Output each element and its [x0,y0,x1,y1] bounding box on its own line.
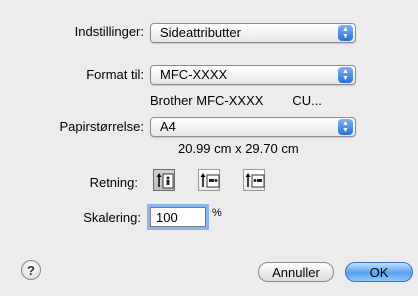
orientation-landscape-right-button[interactable] [243,169,265,191]
popup-arrows-icon: ▲ ▼ [338,25,353,41]
orientation-portrait-button[interactable] [153,169,175,191]
landscape-left-orientation-icon [200,173,220,188]
popup-arrows-icon: ▲ ▼ [338,119,353,135]
settings-popup[interactable]: Sideattributter ▲ ▼ [150,23,356,43]
scaling-unit: % [212,207,222,219]
paper-dimensions: 20.99 cm x 29.70 cm [178,141,299,156]
scaling-label: Skalering: [83,210,141,225]
paper-size-value: A4 [160,119,176,134]
help-button[interactable]: ? [21,260,41,280]
cancel-button[interactable]: Annuller [258,262,334,282]
paper-size-popup[interactable]: A4 ▲ ▼ [150,117,356,137]
orientation-label: Retning: [89,175,138,190]
settings-value: Sideattributter [160,25,241,40]
format-label: Format til: [86,67,144,82]
format-value: MFC-XXXX [160,67,228,82]
paper-size-label: Papirstørrelse: [59,119,144,134]
settings-label: Indstillinger: [74,24,144,39]
ok-button[interactable]: OK [345,262,413,282]
portrait-orientation-icon [156,173,174,189]
format-popup[interactable]: MFC-XXXX ▲ ▼ [150,65,356,85]
orientation-landscape-left-button[interactable] [198,169,220,191]
printer-description: Brother MFC-XXXX CU... [150,93,322,108]
popup-arrows-icon: ▲ ▼ [338,67,353,83]
page-setup-dialog: Indstillinger: Sideattributter ▲ ▼ Format… [0,0,418,296]
landscape-right-orientation-icon [245,173,265,188]
scaling-input[interactable]: 100 [150,207,206,227]
